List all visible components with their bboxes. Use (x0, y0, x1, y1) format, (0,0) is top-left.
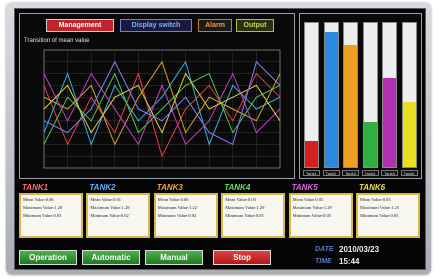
tank-level-bar (343, 22, 358, 168)
tank-min-value: Minimum Value:0.02 (90, 213, 129, 218)
tank-mean-value: Mean Value:0.05 (360, 197, 391, 202)
tank-level-bar (362, 22, 378, 168)
tank-stat-card: TANK1 Mean Value:0.06 Maximum Value:1.20 Mi… (19, 182, 83, 242)
tank-min-value: Minimum Value:0.05 (225, 213, 264, 218)
tank-level-bar (323, 22, 339, 168)
tank-level-bar (382, 22, 397, 168)
tank-level-fill (383, 77, 396, 167)
tank-max-value: Maximum Value:1.25 (360, 205, 400, 210)
date-value: 2010/03/23 (339, 245, 380, 254)
tank-select-button[interactable]: Tank4 (361, 170, 379, 176)
tank-max-value: Maximum Value:1.20 (23, 205, 63, 210)
hmi-screen: Management Display switch Alarm Output T… (14, 8, 426, 270)
time-label: TIME (315, 258, 332, 265)
tank-select-button[interactable]: Tank6 (400, 170, 418, 176)
tank-mean-value: Mean Value:0.03 (225, 197, 256, 202)
tank-values: Mean Value:0.03 Maximum Value:1.29 Minimum… (221, 193, 286, 238)
tank-min-value: Minimum Value:0.05 (360, 213, 399, 218)
tank-level-fill (402, 102, 416, 167)
tank-max-value: Maximum Value:1.29 (225, 205, 265, 210)
tank-level-fill (344, 44, 357, 167)
graph-title: Transition of mean value (24, 38, 90, 44)
tank-min-value: Minimum Value:0.03 (23, 213, 62, 218)
tank-statistics-row: TANK1 Mean Value:0.06 Maximum Value:1.20 Mi… (19, 182, 420, 242)
tank-values: Mean Value:0.06 Maximum Value:1.22 Minimum… (153, 193, 218, 238)
tank-values: Mean Value:0.05 Maximum Value:1.29 Minimum… (288, 193, 353, 238)
tank-max-value: Maximum Value:1.29 (292, 205, 332, 210)
stop-button[interactable]: Stop (213, 250, 271, 265)
tank-level-panel: Tank1 Tank2 Tank3 Tank4 Tank5 Tank6 (299, 13, 422, 179)
tank-select-button[interactable]: Tank3 (342, 170, 359, 176)
tank-level-fill (324, 31, 338, 167)
tank-values: Mean Value:0.06 Maximum Value:1.20 Minimum… (19, 193, 83, 238)
tank-select-button[interactable]: Tank5 (381, 170, 398, 176)
tank-max-value: Maximum Value:1.22 (157, 205, 197, 210)
tank-mean-value: Mean Value:0.06 (157, 197, 189, 202)
tank-name: TANK2 (89, 183, 116, 192)
tank-mean-value: Mean Value:0.06 (23, 197, 54, 202)
tank-stat-card: TANK4 Mean Value:0.03 Maximum Value:1.29 Mi… (221, 182, 286, 242)
tank-name: TANK4 (224, 183, 251, 192)
manual-button[interactable]: Manual (145, 250, 203, 265)
alarm-button[interactable]: Alarm (198, 19, 232, 32)
tank-min-value: Minimum Value:0.05 (292, 213, 332, 218)
tank-level-bar (401, 22, 417, 168)
tank-max-value: Maximum Value:1.28 (90, 205, 130, 210)
tank-mean-value: Mean Value:0.01 (90, 197, 122, 202)
tank-stat-card: TANK6 Mean Value:0.05 Maximum Value:1.25 Mi… (356, 182, 420, 242)
tank-mean-value: Mean Value:0.05 (292, 197, 324, 202)
tank-stat-card: TANK5 Mean Value:0.05 Maximum Value:1.29 Mi… (288, 182, 353, 242)
tank-stat-card: TANK3 Mean Value:0.06 Maximum Value:1.22 Mi… (153, 182, 218, 242)
tank-select-button[interactable]: Tank2 (322, 170, 340, 176)
tank-values: Mean Value:0.05 Maximum Value:1.25 Minimum… (356, 193, 420, 238)
date-label: DATE (315, 246, 334, 253)
graph-panel: Management Display switch Alarm Output T… (19, 13, 295, 179)
tank-level-fill (363, 122, 377, 167)
tank-name: TANK6 (359, 183, 386, 192)
tank-level-bar (304, 22, 319, 168)
tank-level-fill (305, 141, 318, 167)
mean-value-line-chart (43, 49, 281, 169)
automatic-button[interactable]: Automatic (82, 250, 140, 265)
output-button[interactable]: Output (236, 19, 274, 32)
tank-name: TANK1 (22, 183, 49, 192)
management-button[interactable]: Management (46, 19, 114, 32)
tank-stat-card: TANK2 Mean Value:0.01 Maximum Value:1.28 Mi… (86, 182, 151, 242)
tank-select-button[interactable]: Tank1 (303, 170, 320, 176)
operation-button[interactable]: Operation (19, 250, 77, 265)
time-value: 15:44 (339, 257, 360, 266)
tank-name: TANK3 (156, 183, 183, 192)
tank-values: Mean Value:0.01 Maximum Value:1.28 Minimum… (86, 193, 151, 238)
tank-min-value: Minimum Value:0.04 (157, 213, 197, 218)
display-switch-button[interactable]: Display switch (120, 19, 192, 32)
tank-name: TANK5 (291, 183, 318, 192)
